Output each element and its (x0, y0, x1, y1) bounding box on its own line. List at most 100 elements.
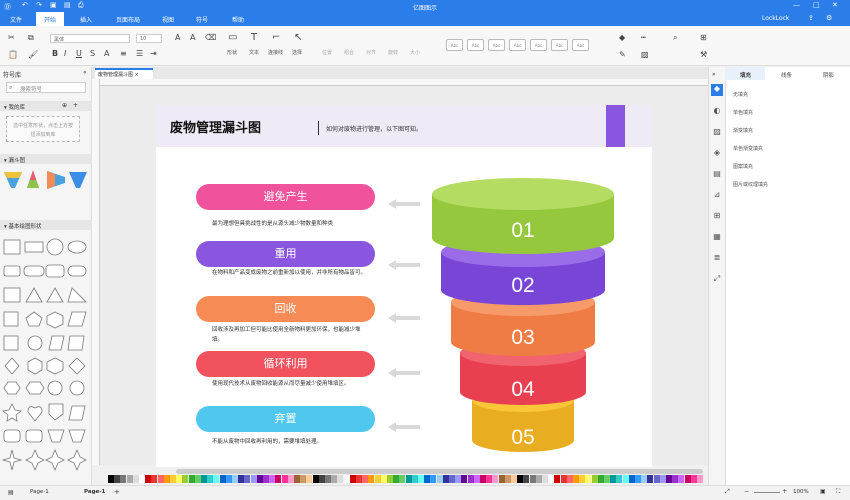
copy-icon[interactable]: ⧉ (28, 33, 34, 43)
funnel-shapes-icon[interactable] (3, 168, 91, 190)
add-library-icon[interactable]: ⊕ (62, 102, 67, 109)
shape-tool-label[interactable]: 形状 (227, 49, 237, 56)
size-label[interactable]: 大小 (410, 49, 420, 56)
step-desc-4[interactable]: 使用现代技术从废物回收能源从而尽量减少使用堆填区。 (212, 379, 370, 389)
funnel-section-header[interactable]: ▾ 漏斗图 (0, 154, 92, 164)
menu-layout[interactable]: 页面布局 (116, 15, 140, 24)
color-swatch[interactable] (318, 475, 325, 483)
color-swatch[interactable] (300, 475, 307, 483)
shadow-icon[interactable]: ▨ (641, 50, 649, 59)
cut-icon[interactable]: ✂ (8, 33, 15, 42)
color-swatch[interactable] (151, 475, 158, 483)
basic-shapes-grid[interactable] (2, 236, 90, 486)
bold-icon[interactable]: B (52, 49, 58, 58)
color-swatch[interactable] (647, 475, 654, 483)
strikethrough-icon[interactable]: S (90, 49, 95, 58)
print-icon[interactable]: ⎙ (78, 1, 84, 10)
color-swatch[interactable] (504, 475, 511, 483)
color-swatch[interactable] (374, 475, 381, 483)
font-family-select[interactable]: 黑体 (50, 34, 130, 43)
list-icon[interactable]: ☰ (136, 49, 143, 58)
color-swatch[interactable] (207, 475, 214, 483)
color-swatch[interactable] (604, 475, 610, 483)
color-swatch[interactable] (659, 475, 666, 483)
color-swatch[interactable] (281, 475, 288, 483)
step-desc-5[interactable]: 不能从废物中回收再利用的，需要堆填处理。 (212, 437, 370, 447)
open-icon[interactable]: ▤ (64, 1, 71, 9)
fill-option-none[interactable]: 无填充 (733, 91, 748, 98)
color-swatch[interactable] (393, 475, 400, 483)
connector-tool-icon[interactable]: ⌐ (272, 32, 280, 43)
tab-shadow[interactable]: 阴影 (823, 71, 834, 79)
style-swatch[interactable]: Abc (509, 39, 526, 51)
fit-window-icon[interactable]: ▣ (820, 488, 826, 495)
page-tab[interactable]: Page-1 (84, 489, 105, 495)
underline-icon[interactable]: U (76, 49, 82, 58)
maximize-icon[interactable]: □ (813, 1, 820, 9)
settings-icon[interactable]: ⚙ (826, 14, 832, 22)
basic-shapes-header[interactable]: ▾ 基本绘图形状 (0, 220, 92, 230)
color-swatch[interactable] (622, 475, 629, 483)
color-swatch[interactable] (697, 475, 703, 483)
step-desc-1[interactable]: 最为理想但具挑战性的是从源头减少物数量和种类 (212, 219, 370, 229)
align-label[interactable]: 对齐 (366, 49, 376, 56)
zoom-slider[interactable] (754, 492, 780, 493)
image-panel-icon[interactable]: ▨ (711, 127, 723, 139)
close-icon[interactable]: ✕ (832, 1, 838, 9)
zoom-in-icon[interactable]: + (782, 488, 787, 495)
color-swatch[interactable] (126, 475, 133, 483)
color-swatch[interactable] (176, 475, 183, 483)
color-swatch[interactable] (591, 475, 598, 483)
color-swatch[interactable] (269, 475, 276, 483)
my-library-header[interactable]: ▾ 我的库 (0, 101, 92, 111)
document-tab[interactable]: 废物管理漏斗图 × (95, 68, 153, 79)
paste-icon[interactable]: 📋 (8, 50, 18, 59)
color-swatch[interactable] (170, 475, 176, 483)
page-selector[interactable]: Page-1 (30, 489, 49, 495)
expand-panel-icon[interactable]: » (712, 71, 716, 78)
color-swatch[interactable] (573, 475, 579, 483)
color-swatch[interactable] (455, 475, 462, 483)
style-swatch[interactable]: Abc (530, 39, 547, 51)
color-swatch[interactable] (145, 475, 152, 483)
page-list-icon[interactable]: ▤ (8, 489, 14, 496)
color-swatch[interactable] (337, 475, 344, 483)
zoom-level[interactable]: 100% (793, 489, 809, 495)
step-pill-5[interactable]: 弃置 (196, 406, 375, 432)
fill-option-pattern[interactable]: 图案填充 (733, 163, 753, 170)
add-page-icon[interactable]: + (114, 488, 120, 496)
layers-panel-icon[interactable]: ◈ (711, 148, 723, 160)
color-swatch[interactable] (585, 475, 592, 483)
tab-fill[interactable]: 填充 (740, 71, 751, 79)
color-swatch[interactable] (232, 475, 238, 483)
color-swatch[interactable] (306, 475, 313, 483)
menu-help[interactable]: 帮助 (232, 15, 244, 24)
style-swatch[interactable]: Abc (467, 39, 484, 51)
style-swatch[interactable]: Abc (488, 39, 505, 51)
color-swatch[interactable] (566, 475, 573, 483)
color-swatch[interactable] (480, 475, 486, 483)
color-swatch[interactable] (182, 475, 189, 483)
format-icon[interactable]: ⊞ (700, 33, 707, 42)
color-swatch[interactable] (523, 475, 530, 483)
color-swatch[interactable] (387, 475, 393, 483)
increase-font-icon[interactable]: A (175, 33, 180, 42)
color-swatch[interactable] (194, 475, 201, 483)
color-swatch[interactable] (418, 475, 424, 483)
color-swatch[interactable] (635, 475, 641, 483)
color-swatch[interactable] (467, 475, 474, 483)
color-swatch[interactable] (461, 475, 468, 483)
line-color-icon[interactable]: ✎ (619, 50, 626, 59)
data-panel-icon[interactable]: ▦ (711, 232, 723, 244)
page-panel-icon[interactable]: ▤ (711, 169, 723, 181)
color-swatch[interactable] (542, 475, 548, 483)
group-label[interactable]: 组合 (344, 49, 354, 56)
text-tool-icon[interactable]: T (251, 32, 257, 43)
color-swatch[interactable] (628, 475, 635, 483)
fullscreen-view-icon[interactable]: ⛶ (836, 488, 840, 496)
tab-line[interactable]: 线条 (781, 71, 792, 79)
line-style-icon[interactable]: ┅ (641, 33, 646, 42)
tools-icon[interactable]: ⚒ (700, 50, 707, 59)
save-icon[interactable]: ▣ (50, 1, 57, 9)
redo-icon[interactable]: ↷ (36, 1, 42, 9)
